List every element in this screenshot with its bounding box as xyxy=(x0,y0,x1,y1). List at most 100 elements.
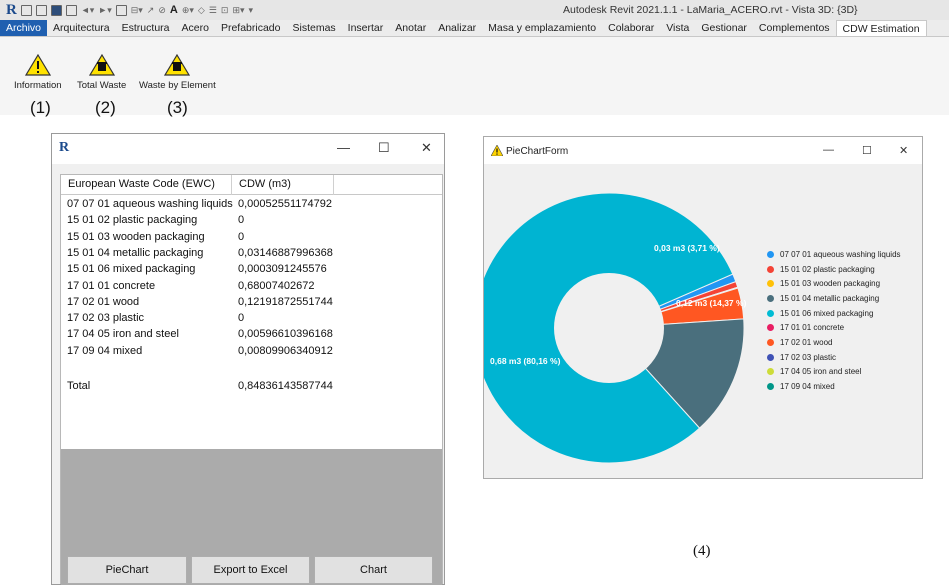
maximize-icon[interactable]: ☐ xyxy=(862,144,872,157)
table-row[interactable]: 15 01 02 plastic packaging 0 xyxy=(61,213,442,229)
tab-complementos[interactable]: Complementos xyxy=(753,20,836,36)
save-icon[interactable] xyxy=(50,4,62,16)
legend-label: 07 07 01 aqueous washing liquids xyxy=(780,249,901,259)
total-row[interactable]: Total 0,84836143587744 xyxy=(61,379,442,395)
print-icon[interactable] xyxy=(115,4,127,16)
revit-logo-icon[interactable]: R xyxy=(6,2,17,19)
table-row[interactable]: 07 07 01 aqueous washing liquids 0,000525… xyxy=(61,197,442,213)
minimize-icon[interactable]: — xyxy=(823,144,834,156)
close-icon[interactable]: ✕ xyxy=(899,144,908,157)
column-divider xyxy=(231,175,232,195)
tab-analizar[interactable]: Analizar xyxy=(432,20,482,36)
legend-item[interactable]: 07 07 01 aqueous washing liquids xyxy=(767,247,901,262)
measure-icon[interactable]: ⊟▾ xyxy=(131,5,143,16)
waste-by-element-label: Waste by Element xyxy=(139,80,216,91)
customize-qat-icon[interactable]: ▾ xyxy=(249,5,254,16)
tab-prefabricado[interactable]: Prefabricado xyxy=(215,20,287,36)
close-icon[interactable]: ✕ xyxy=(421,140,432,156)
undo-icon[interactable]: ◄▾ xyxy=(81,5,94,16)
tag-icon[interactable]: ⊘ xyxy=(158,5,166,16)
legend-swatch xyxy=(767,250,774,258)
table-row[interactable]: 17 04 05 iron and steel 0,00596610396168 xyxy=(61,327,442,343)
ewc-data-grid[interactable]: European Waste Code (EWC) CDW (m3) 07 07… xyxy=(60,174,443,585)
information-label: Information xyxy=(14,80,62,91)
legend-item[interactable]: 17 04 05 iron and steel xyxy=(767,365,901,380)
export-to-excel-button[interactable]: Export to Excel xyxy=(191,556,310,584)
table-row[interactable]: 15 01 06 mixed packaging 0,0003091245576 xyxy=(61,262,442,278)
open-folder-icon[interactable] xyxy=(35,4,47,16)
cdw-cell: 0 xyxy=(238,214,245,227)
legend-label: 15 01 03 wooden packaging xyxy=(780,279,881,289)
table-row[interactable]: 17 01 01 concrete 0,68007402672 xyxy=(61,279,442,295)
chart-button[interactable]: Chart xyxy=(314,556,433,584)
slice-label-wood: 0,12 m3 (14,37 %) xyxy=(676,298,747,308)
legend-item[interactable]: 15 01 04 metallic packaging xyxy=(767,291,901,306)
dimension-icon[interactable]: ↗ xyxy=(147,5,155,16)
ribbon-panel: Information (1) Total Waste (2) Waste by… xyxy=(0,37,949,117)
legend-label: 17 09 04 mixed xyxy=(780,382,835,392)
switch-windows-icon[interactable]: ⊞▾ xyxy=(232,5,244,16)
total-waste-label: Total Waste xyxy=(77,80,127,91)
sync-icon[interactable] xyxy=(65,4,77,16)
table-row[interactable]: 17 02 03 plastic 0 xyxy=(61,311,442,327)
tab-vista[interactable]: Vista xyxy=(660,20,695,36)
tab-cdw-estimation[interactable]: CDW Estimation xyxy=(835,20,927,36)
legend-item[interactable]: 17 09 04 mixed xyxy=(767,379,901,394)
tab-gestionar[interactable]: Gestionar xyxy=(695,20,753,36)
legend-label: 17 02 01 wood xyxy=(780,337,833,347)
waste-by-element-button[interactable]: Waste by Element xyxy=(139,54,216,91)
tab-masa-y-emplazamiento[interactable]: Masa y emplazamiento xyxy=(482,20,602,36)
table-row[interactable]: 17 02 01 wood 0,12191872551744 xyxy=(61,295,442,311)
close-hidden-icon[interactable]: ⊡ xyxy=(221,5,229,16)
legend-item[interactable]: 15 01 03 wooden packaging xyxy=(767,276,901,291)
donut-chart[interactable]: 0,03 m3 (3,71 %) 0,12 m3 (14,37 %) 0,68 … xyxy=(484,164,784,480)
legend-item[interactable]: 15 01 06 mixed packaging xyxy=(767,306,901,321)
maximize-icon[interactable]: ☐ xyxy=(378,140,390,156)
text-icon[interactable]: A xyxy=(170,4,178,16)
table-row[interactable]: 15 01 03 wooden packaging 0 xyxy=(61,230,442,246)
section-icon[interactable]: ◇ xyxy=(198,5,205,16)
minimize-icon[interactable]: — xyxy=(337,140,350,155)
thin-lines-icon[interactable]: ☰ xyxy=(209,5,217,16)
cdw-table-dialog: R — ☐ ✕ European Waste Code (EWC) CDW (m… xyxy=(51,133,445,585)
total-waste-button[interactable]: Total Waste xyxy=(77,54,126,91)
legend-label: 17 01 01 concrete xyxy=(780,323,845,333)
legend-item[interactable]: 17 02 01 wood xyxy=(767,335,901,350)
tab-acero[interactable]: Acero xyxy=(176,20,215,36)
piechart-button[interactable]: PieChart xyxy=(67,556,187,584)
tab-anotar[interactable]: Anotar xyxy=(389,20,432,36)
table-row[interactable]: 17 09 04 mixed 0,00809906340912 xyxy=(61,344,442,360)
home-icon[interactable] xyxy=(20,4,32,16)
legend-label: 17 02 03 plastic xyxy=(780,352,837,362)
tab-sistemas[interactable]: Sistemas xyxy=(286,20,341,36)
annotation-number-1: (1) xyxy=(30,98,51,117)
tab-insertar[interactable]: Insertar xyxy=(342,20,390,36)
legend-label: 15 01 06 mixed packaging xyxy=(780,308,874,318)
ribbon-tabs: Archivo Arquitectura Estructura Acero Prefab… xyxy=(0,20,949,37)
ewc-cell: 15 01 04 metallic packaging xyxy=(67,246,204,259)
table-row[interactable]: 15 01 04 metallic packaging 0,03146887996… xyxy=(61,246,442,262)
tab-colaborar[interactable]: Colaborar xyxy=(602,20,660,36)
legend-swatch xyxy=(767,324,774,332)
view-3d-icon[interactable]: ⊕▾ xyxy=(182,5,194,16)
pie-form-title-bar: PieChartForm — ☐ ✕ xyxy=(484,137,922,164)
cdw-cell: 0,12191872551744 xyxy=(238,295,333,308)
cdw-cell: 0 xyxy=(238,312,245,325)
column-header-cdw[interactable]: CDW (m3) xyxy=(239,178,291,190)
legend-swatch xyxy=(767,368,774,376)
legend-swatch xyxy=(767,280,774,288)
tab-estructura[interactable]: Estructura xyxy=(116,20,176,36)
tab-archivo[interactable]: Archivo xyxy=(0,20,48,36)
information-button[interactable]: Information xyxy=(14,54,62,91)
legend-item[interactable]: 15 01 02 plastic packaging xyxy=(767,262,901,277)
redo-icon[interactable]: ►▾ xyxy=(98,5,111,16)
legend-item[interactable]: 17 01 01 concrete xyxy=(767,320,901,335)
legend-swatch xyxy=(767,338,774,346)
cdw-cell: 0,68007402672 xyxy=(238,279,315,292)
waste-element-warning-icon xyxy=(164,54,191,76)
column-header-ewc[interactable]: European Waste Code (EWC) xyxy=(68,178,215,190)
revit-logo-icon: R xyxy=(59,140,70,155)
ewc-cell: 15 01 03 wooden packaging xyxy=(67,230,205,243)
tab-arquitectura[interactable]: Arquitectura xyxy=(47,20,116,36)
legend-item[interactable]: 17 02 03 plastic xyxy=(767,350,901,365)
